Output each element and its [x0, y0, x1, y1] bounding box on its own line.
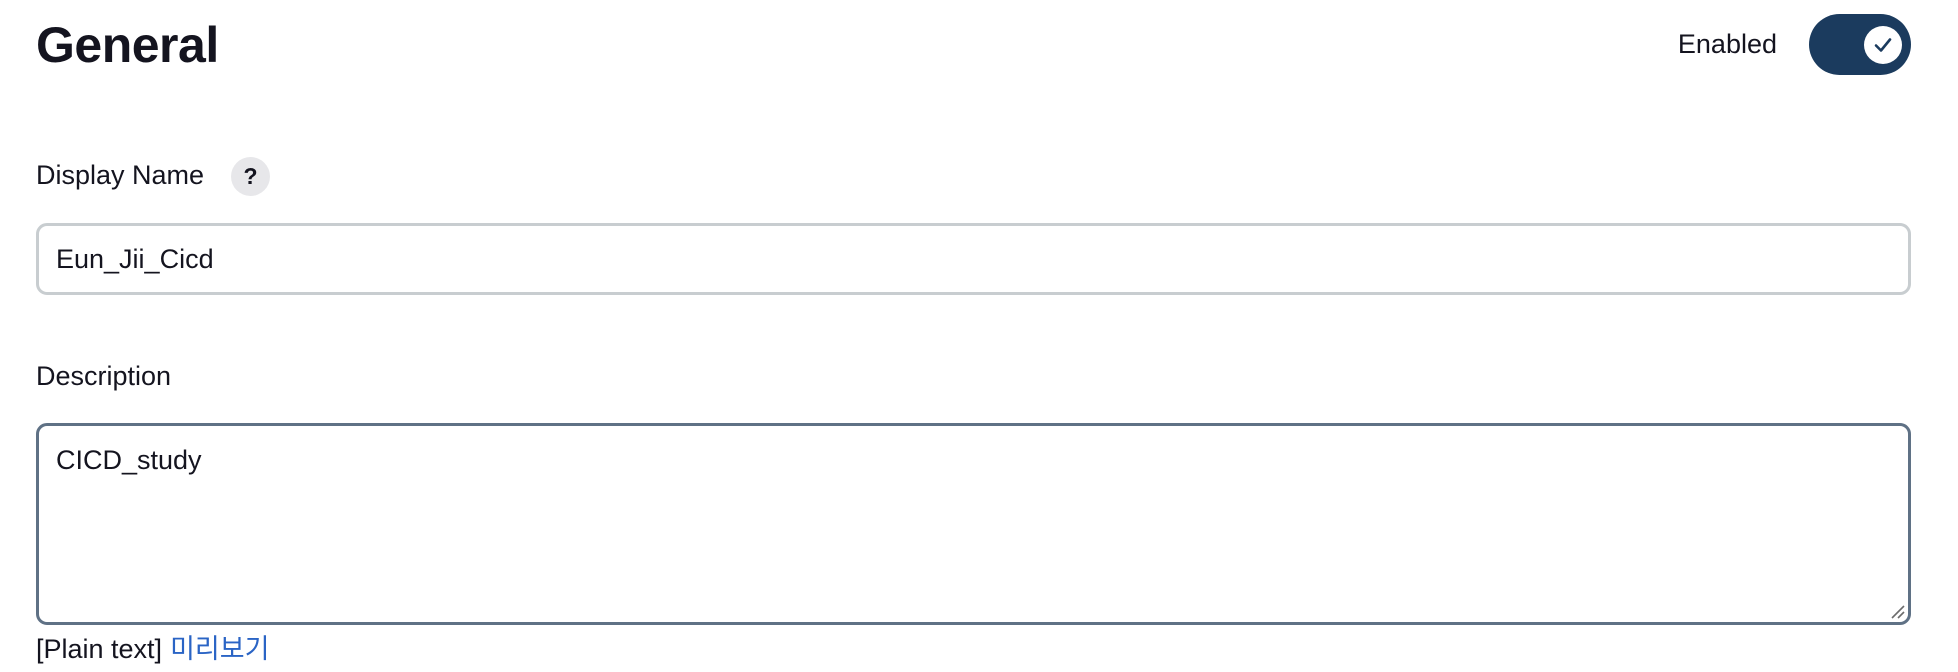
description-format-hint: [Plain text] 미리보기	[36, 631, 269, 667]
description-textarea[interactable]: CICD_study	[36, 423, 1911, 625]
enabled-label: Enabled	[1677, 28, 1777, 59]
general-settings-section: General Enabled Display Name ? Descripti…	[0, 0, 1958, 672]
toggle-knob	[1864, 25, 1902, 64]
enabled-toggle[interactable]	[1809, 13, 1911, 75]
preview-link[interactable]: 미리보기	[170, 634, 269, 664]
description-label: Description	[36, 361, 172, 391]
plain-text-format-label: [Plain text]	[36, 634, 163, 664]
display-name-help-button[interactable]: ?	[231, 157, 270, 196]
display-name-input[interactable]	[36, 223, 1911, 295]
checkmark-icon	[1874, 37, 1892, 52]
page-title: General	[36, 17, 219, 73]
resize-grip-icon[interactable]	[1889, 603, 1905, 619]
display-name-label: Display Name	[36, 160, 205, 190]
enabled-toggle-group: Enabled	[1678, 13, 1911, 75]
description-textarea-wrapper: CICD_study	[36, 423, 1911, 625]
section-header: General Enabled	[36, 0, 1911, 90]
